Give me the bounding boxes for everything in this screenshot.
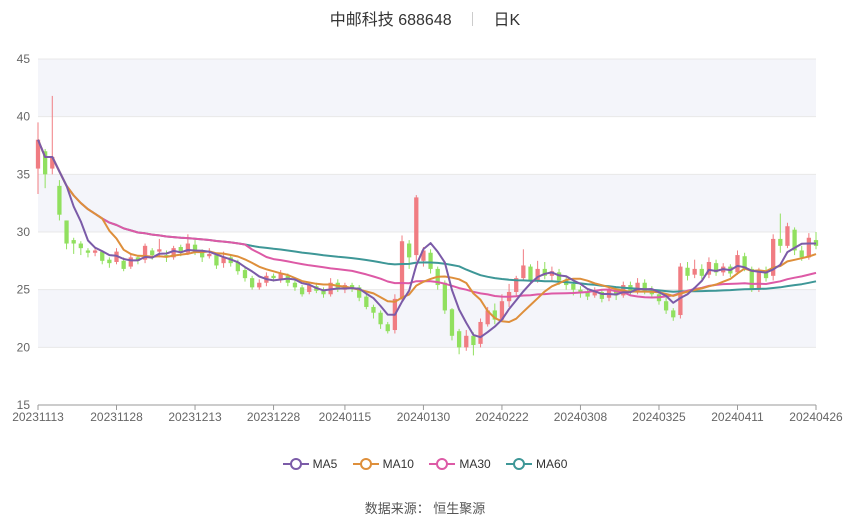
candle-body — [271, 275, 276, 279]
x-tick-label: 20231213 — [168, 410, 222, 424]
candle-body — [692, 268, 697, 275]
candle-body — [214, 255, 219, 266]
legend-item-ma10[interactable]: MA10 — [352, 457, 414, 471]
ma5-legend-icon — [282, 458, 309, 470]
y-tick-label: 30 — [17, 225, 31, 239]
candle-body — [242, 270, 248, 279]
candle-body — [57, 185, 62, 215]
legend-label-ma60: MA60 — [536, 457, 568, 471]
candle-body — [749, 268, 754, 290]
candle-body — [671, 310, 676, 318]
x-tick-label: 20240308 — [554, 410, 608, 424]
candle-body — [442, 282, 447, 311]
x-tick-label: 20240222 — [475, 410, 529, 424]
candle-body — [249, 278, 255, 288]
candle-body — [685, 267, 690, 276]
candle-body — [785, 226, 790, 246]
y-tick-label: 40 — [17, 110, 31, 124]
candle-body — [464, 335, 469, 348]
candle-body — [364, 296, 369, 307]
y-tick-label: 20 — [17, 340, 31, 354]
legend-item-ma30[interactable]: MA30 — [429, 457, 491, 471]
candle-body — [92, 250, 98, 253]
ma10-legend-icon — [352, 458, 379, 470]
candle-body — [521, 265, 526, 279]
candle-body — [128, 257, 133, 267]
candle-body — [778, 238, 783, 246]
legend-label-ma30: MA30 — [459, 457, 491, 471]
legend-label-ma5: MA5 — [312, 457, 338, 471]
candle-body — [150, 250, 155, 256]
candle-body — [799, 250, 804, 258]
candle-body — [407, 243, 412, 258]
candle-body — [399, 241, 405, 299]
candle-body — [663, 301, 669, 311]
x-tick-label: 20231128 — [90, 410, 143, 424]
x-tick-label: 20240325 — [632, 410, 686, 424]
candle-body — [449, 309, 455, 336]
candle-body — [735, 255, 740, 273]
grid-band — [38, 289, 816, 348]
ma30-legend-icon — [429, 458, 456, 470]
candle-body — [385, 324, 390, 332]
x-tick-label: 20231228 — [247, 410, 301, 424]
x-tick-label: 20240130 — [397, 410, 451, 424]
legend-label-ma10: MA10 — [382, 457, 414, 471]
candle-body — [107, 259, 112, 264]
candle-body — [806, 237, 812, 258]
candle-body — [528, 266, 533, 281]
y-tick-label: 45 — [17, 52, 31, 66]
candle-body — [207, 253, 212, 257]
candle-body — [456, 331, 462, 348]
candle-body — [471, 335, 476, 346]
candle-body — [414, 197, 419, 256]
candlestick-chart: 1520253035404520231113 20231128 20231213 20… — [12, 52, 843, 424]
candle-body — [371, 306, 376, 313]
grid-band — [38, 59, 816, 117]
candle-body — [378, 312, 383, 325]
candle-body — [478, 321, 483, 344]
x-tick-label: 20231113 — [12, 410, 64, 424]
candle-body — [78, 243, 83, 249]
candle-body — [292, 282, 298, 288]
candle-body — [428, 252, 433, 269]
data-source: 数据来源： 恒生聚源 — [364, 501, 486, 516]
chart-legend: MA5 MA10 MA30 MA60 — [0, 457, 850, 471]
candle-body — [71, 240, 76, 244]
grid-band — [38, 174, 816, 232]
candle-body — [64, 220, 69, 244]
candle-body — [571, 283, 576, 290]
x-tick-label: 20240115 — [319, 410, 372, 424]
x-tick-label: 20240411 — [711, 410, 764, 424]
candle-body — [699, 268, 704, 276]
candle-body — [299, 287, 305, 295]
legend-item-ma60[interactable]: MA60 — [506, 457, 567, 471]
candle-body — [257, 282, 262, 288]
candle-body — [157, 249, 162, 252]
ma60-legend-icon — [506, 458, 533, 470]
candle-body — [121, 260, 126, 269]
x-tick-label: 20240426 — [789, 410, 843, 424]
y-tick-label: 25 — [17, 283, 31, 297]
y-tick-label: 35 — [17, 167, 31, 181]
candle-body — [85, 250, 91, 253]
legend-item-ma5[interactable]: MA5 — [282, 457, 338, 471]
candle-body — [756, 271, 762, 290]
